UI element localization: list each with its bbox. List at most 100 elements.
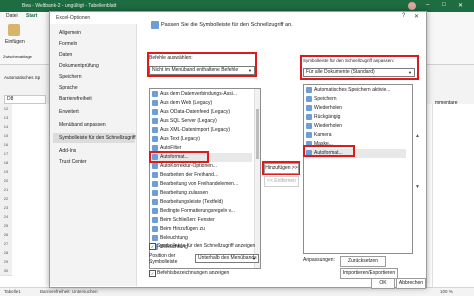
nav-item-formeln[interactable]: Formeln bbox=[59, 41, 77, 47]
command-icon bbox=[152, 171, 158, 178]
command-icon bbox=[152, 99, 158, 106]
command-icon bbox=[152, 216, 158, 223]
commands-scrollbar[interactable] bbox=[254, 89, 260, 268]
sheet-tab[interactable]: Tabelle1 bbox=[4, 289, 21, 294]
nav-item-barrierefreiheit[interactable]: Barrierefreiheit bbox=[59, 96, 92, 102]
paste-label: Einfügen bbox=[5, 39, 25, 45]
clipboard-group-label: Zwischenablage bbox=[3, 54, 32, 59]
list-item-label: Aus Text (Legacy) bbox=[160, 136, 200, 142]
scroll-thumb[interactable] bbox=[256, 109, 259, 159]
reset-button[interactable]: Zurücksetzen bbox=[340, 256, 386, 267]
commands-dropdown[interactable]: Nicht im Menüband enthaltene Befehle ▼ bbox=[149, 66, 255, 75]
chevron-down-icon: ▼ bbox=[248, 68, 252, 73]
move-down-icon[interactable]: ▼ bbox=[415, 184, 420, 190]
close-window-icon[interactable]: ✕ bbox=[458, 2, 463, 9]
commands-list[interactable]: Aus dem Datenverbindungs-Assi... Aus dem… bbox=[149, 88, 261, 269]
list-item[interactable]: Speichern bbox=[306, 95, 406, 104]
command-icon bbox=[152, 225, 158, 232]
list-item-label: Automatisches Speichern aktivie... bbox=[314, 87, 391, 93]
list-item[interactable]: Bearbeitung zulassen bbox=[152, 189, 252, 198]
added-command-highlight bbox=[303, 145, 355, 157]
command-icon bbox=[152, 162, 158, 169]
list-item[interactable]: Rückgängig bbox=[306, 113, 406, 122]
list-item[interactable]: Aus dem Datenverbindungs-Assi... bbox=[152, 90, 252, 99]
list-item[interactable]: Beim Schließen: Fenster bbox=[152, 216, 252, 225]
comments-label[interactable]: mmentare bbox=[435, 100, 458, 106]
list-item[interactable]: Wiederholen bbox=[306, 104, 406, 113]
command-icon bbox=[152, 126, 158, 133]
move-up-icon[interactable]: ▲ bbox=[415, 133, 420, 139]
remove-button[interactable]: << Entfernen bbox=[264, 176, 299, 187]
nav-item-allgemein[interactable]: Allgemein bbox=[59, 30, 81, 36]
nav-item-dokumentpruefung[interactable]: Dokumentprüfung bbox=[59, 63, 99, 69]
list-item[interactable]: Beleuchtung bbox=[152, 234, 252, 243]
list-item[interactable]: Aus Text (Legacy) bbox=[152, 135, 252, 144]
list-item[interactable]: Kamera bbox=[306, 131, 406, 140]
qat-settings: Passen Sie die Symbolleiste für den Schn… bbox=[137, 21, 426, 289]
list-item[interactable]: Beim Hinzufügen zu bbox=[152, 225, 252, 234]
nav-item-erweitert[interactable]: Erweitert bbox=[59, 109, 79, 115]
list-item[interactable]: AutoKorrektur-Optionen... bbox=[152, 162, 252, 171]
undo-icon bbox=[306, 113, 312, 120]
command-icon bbox=[152, 189, 158, 196]
list-item-label: Kamera bbox=[314, 132, 332, 138]
tab-datei[interactable]: Datei bbox=[6, 13, 18, 19]
list-item-label: AutoKorrektur-Optionen... bbox=[160, 163, 217, 169]
nav-item-daten[interactable]: Daten bbox=[59, 52, 72, 58]
list-item-label: Wiederholen bbox=[314, 105, 343, 111]
nav-item-trust-center[interactable]: Trust Center bbox=[59, 159, 87, 165]
qat-scope-dropdown[interactable]: Für alle Dokumente (Standard) ▼ bbox=[303, 68, 415, 77]
nav-item-schnellzugriff[interactable]: Symbolleiste für den Schnellzugriff bbox=[59, 135, 136, 141]
paste-icon[interactable] bbox=[8, 24, 20, 36]
show-labels-label: Befehlsbezeichnungen anzeigen bbox=[157, 270, 230, 276]
list-item[interactable]: Aus OData-Datenfeed (Legacy) bbox=[152, 108, 252, 117]
command-icon bbox=[152, 117, 158, 124]
maximize-icon[interactable]: □ bbox=[442, 2, 446, 8]
list-item[interactable]: Bearbeitung von Freihandelemen... bbox=[152, 180, 252, 189]
command-icon bbox=[152, 207, 158, 214]
list-item[interactable]: Automatisches Speichern aktivie... bbox=[306, 86, 406, 95]
list-item[interactable]: Bearbeiten der Freihand... bbox=[152, 171, 252, 180]
dialog-title: Excel-Optionen bbox=[56, 15, 91, 21]
list-item[interactable]: Aus XML-Datenimport (Legacy) bbox=[152, 126, 252, 135]
list-item-label: Aus dem Datenverbindungs-Assi... bbox=[160, 91, 237, 97]
add-button[interactable]: Hinzufügen >> bbox=[264, 163, 299, 174]
command-icon bbox=[152, 144, 158, 151]
nav-item-add-ins[interactable]: Add-Ins bbox=[59, 148, 76, 154]
nav-item-speichern[interactable]: Speichern bbox=[59, 74, 82, 80]
list-item[interactable]: Aus SQL Server (Legacy) bbox=[152, 117, 252, 126]
nav-item-menueband[interactable]: Menüband anpassen bbox=[59, 122, 106, 128]
list-item-label: Beim Hinzufügen zu bbox=[160, 226, 205, 232]
nav-item-sprache[interactable]: Sprache bbox=[59, 85, 78, 91]
dialog-close-icon[interactable]: ✕ bbox=[414, 13, 419, 20]
save-icon bbox=[306, 95, 312, 102]
qat-heading: Passen Sie die Symbolleiste für den Schn… bbox=[161, 22, 293, 28]
list-item-label: Rückgängig bbox=[314, 114, 341, 120]
ok-button[interactable]: OK bbox=[371, 278, 395, 289]
accessibility-status[interactable]: Barrierefreiheit: Untersuchen bbox=[40, 289, 98, 294]
show-labels-checkbox[interactable]: ✓ bbox=[149, 270, 156, 277]
command-icon bbox=[152, 198, 158, 205]
minimize-icon[interactable]: – bbox=[426, 2, 429, 8]
help-icon[interactable]: ? bbox=[402, 13, 405, 19]
command-icon bbox=[152, 135, 158, 142]
row-header[interactable]: 30 bbox=[0, 266, 12, 276]
list-item[interactable]: Bedingte Formatierungsregeln v... bbox=[152, 207, 252, 216]
list-item-label: Bearbeitung von Freihandelemen... bbox=[160, 181, 239, 187]
user-avatar[interactable] bbox=[408, 2, 416, 10]
commands-label: Befehle auswählen: bbox=[149, 55, 193, 61]
cancel-button[interactable]: Abbrechen bbox=[396, 278, 426, 289]
qat-scope-label: Symbolleiste für den Schnellzugriff anpa… bbox=[303, 58, 394, 63]
list-item[interactable]: Bearbeitungsleiste (Textfeld) bbox=[152, 198, 252, 207]
list-item[interactable]: Wiederholen bbox=[306, 122, 406, 131]
list-item-label: Beleuchtung bbox=[160, 235, 188, 241]
list-item-label: Beim Schließen: Fenster bbox=[160, 217, 215, 223]
show-qat-checkbox[interactable]: ✓ bbox=[149, 243, 156, 250]
list-item[interactable]: Aus dem Web (Legacy) bbox=[152, 99, 252, 108]
toolbar-position-dropdown[interactable]: Unterhalb des Menübands ▼ bbox=[195, 254, 259, 263]
tab-start[interactable]: Start bbox=[26, 13, 37, 19]
qat-list[interactable]: Automatisches Speichern aktivie... Speic… bbox=[303, 84, 413, 254]
zoom-level[interactable]: 100 % bbox=[440, 289, 453, 294]
redo-icon bbox=[306, 104, 312, 111]
name-box[interactable]: D8 bbox=[4, 95, 46, 104]
